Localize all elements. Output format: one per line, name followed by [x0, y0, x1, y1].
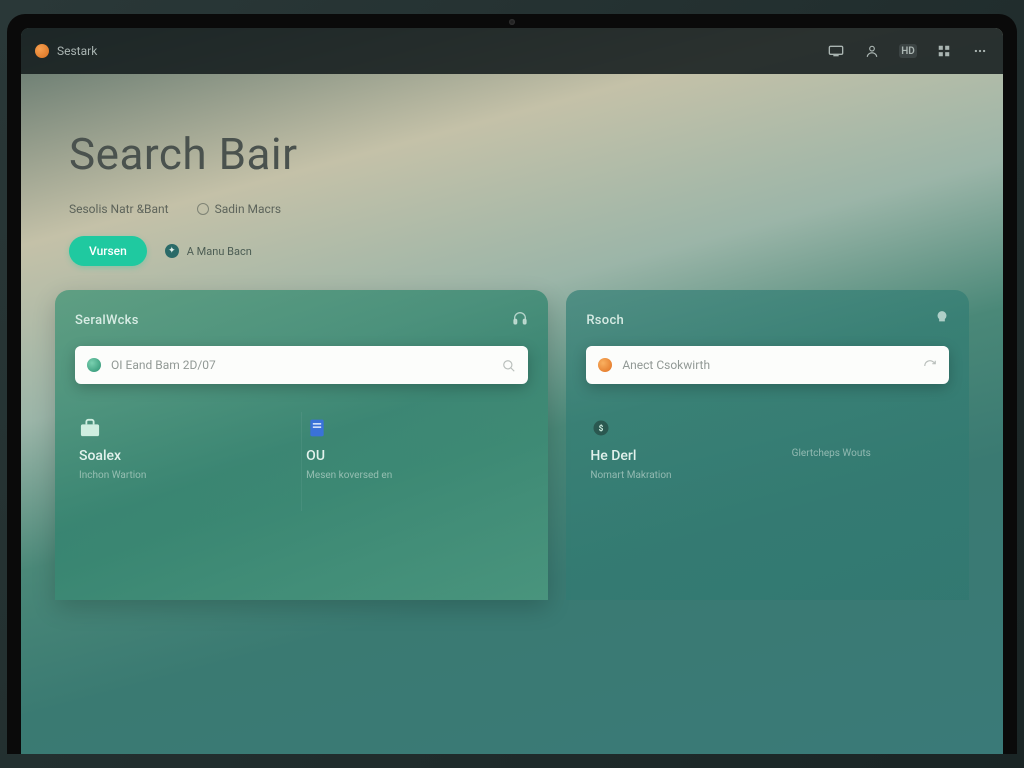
- coin-icon: $: [590, 418, 612, 438]
- refresh-icon[interactable]: [923, 358, 937, 372]
- panel-right: Rsoch $ H: [566, 290, 969, 600]
- topbar: Sestark HD: [21, 28, 1003, 74]
- document-icon: [306, 418, 328, 438]
- plus-icon: ✦: [165, 244, 179, 258]
- hero-subrow: Sesolis Natr &Bant Sadin Macrs: [69, 202, 955, 216]
- tile-soalex[interactable]: Soalex Inchon Wartion: [75, 412, 302, 511]
- svg-text:$: $: [599, 423, 604, 434]
- menu-icon[interactable]: [971, 44, 989, 58]
- search-left-input[interactable]: [111, 358, 502, 372]
- tile-hederl[interactable]: $ He Derl Nomart Makration: [586, 412, 747, 511]
- brand-icon: [35, 44, 49, 58]
- search-left[interactable]: [75, 346, 528, 384]
- search-right-input[interactable]: [622, 358, 923, 372]
- orange-dot-icon: [598, 358, 612, 372]
- panel-left: SeralWcks: [55, 290, 548, 600]
- headphones-icon[interactable]: [512, 310, 528, 330]
- badge-icon[interactable]: HD: [899, 44, 917, 58]
- brand[interactable]: Sestark: [35, 44, 97, 58]
- bulb-icon[interactable]: [935, 310, 949, 330]
- tile-ou[interactable]: OU Mesen koversed en: [302, 412, 528, 511]
- panel-right-title: Rsoch: [586, 313, 624, 328]
- device-icon[interactable]: [827, 44, 845, 58]
- search-right[interactable]: [586, 346, 949, 384]
- panel-left-title: SeralWcks: [75, 313, 139, 328]
- hero-sub2[interactable]: Sadin Macrs: [197, 202, 282, 216]
- primary-button[interactable]: Vursen: [69, 236, 147, 266]
- brand-label: Sestark: [57, 44, 97, 58]
- hero-sub1: Sesolis Natr &Bant: [69, 202, 169, 216]
- hero: Search Bair Sesolis Natr &Bant Sadin Mac…: [21, 74, 1003, 290]
- laptop-camera: [509, 19, 515, 25]
- search-icon[interactable]: [502, 358, 516, 372]
- page-title: Search Bair: [69, 128, 955, 180]
- globe-icon: [87, 358, 101, 372]
- user-icon[interactable]: [863, 44, 881, 58]
- secondary-button[interactable]: ✦ A Manu Bacn: [165, 244, 252, 258]
- grid-icon[interactable]: [935, 44, 953, 58]
- screen: Sestark HD Search Bair: [21, 28, 1003, 754]
- info-icon: [197, 203, 209, 215]
- panels: SeralWcks: [21, 290, 1003, 600]
- topbar-actions: HD: [827, 44, 989, 58]
- hero-buttons: Vursen ✦ A Manu Bacn: [69, 236, 955, 266]
- briefcase-icon: [79, 418, 101, 438]
- tile-glert[interactable]: Glertcheps Wouts: [788, 412, 949, 511]
